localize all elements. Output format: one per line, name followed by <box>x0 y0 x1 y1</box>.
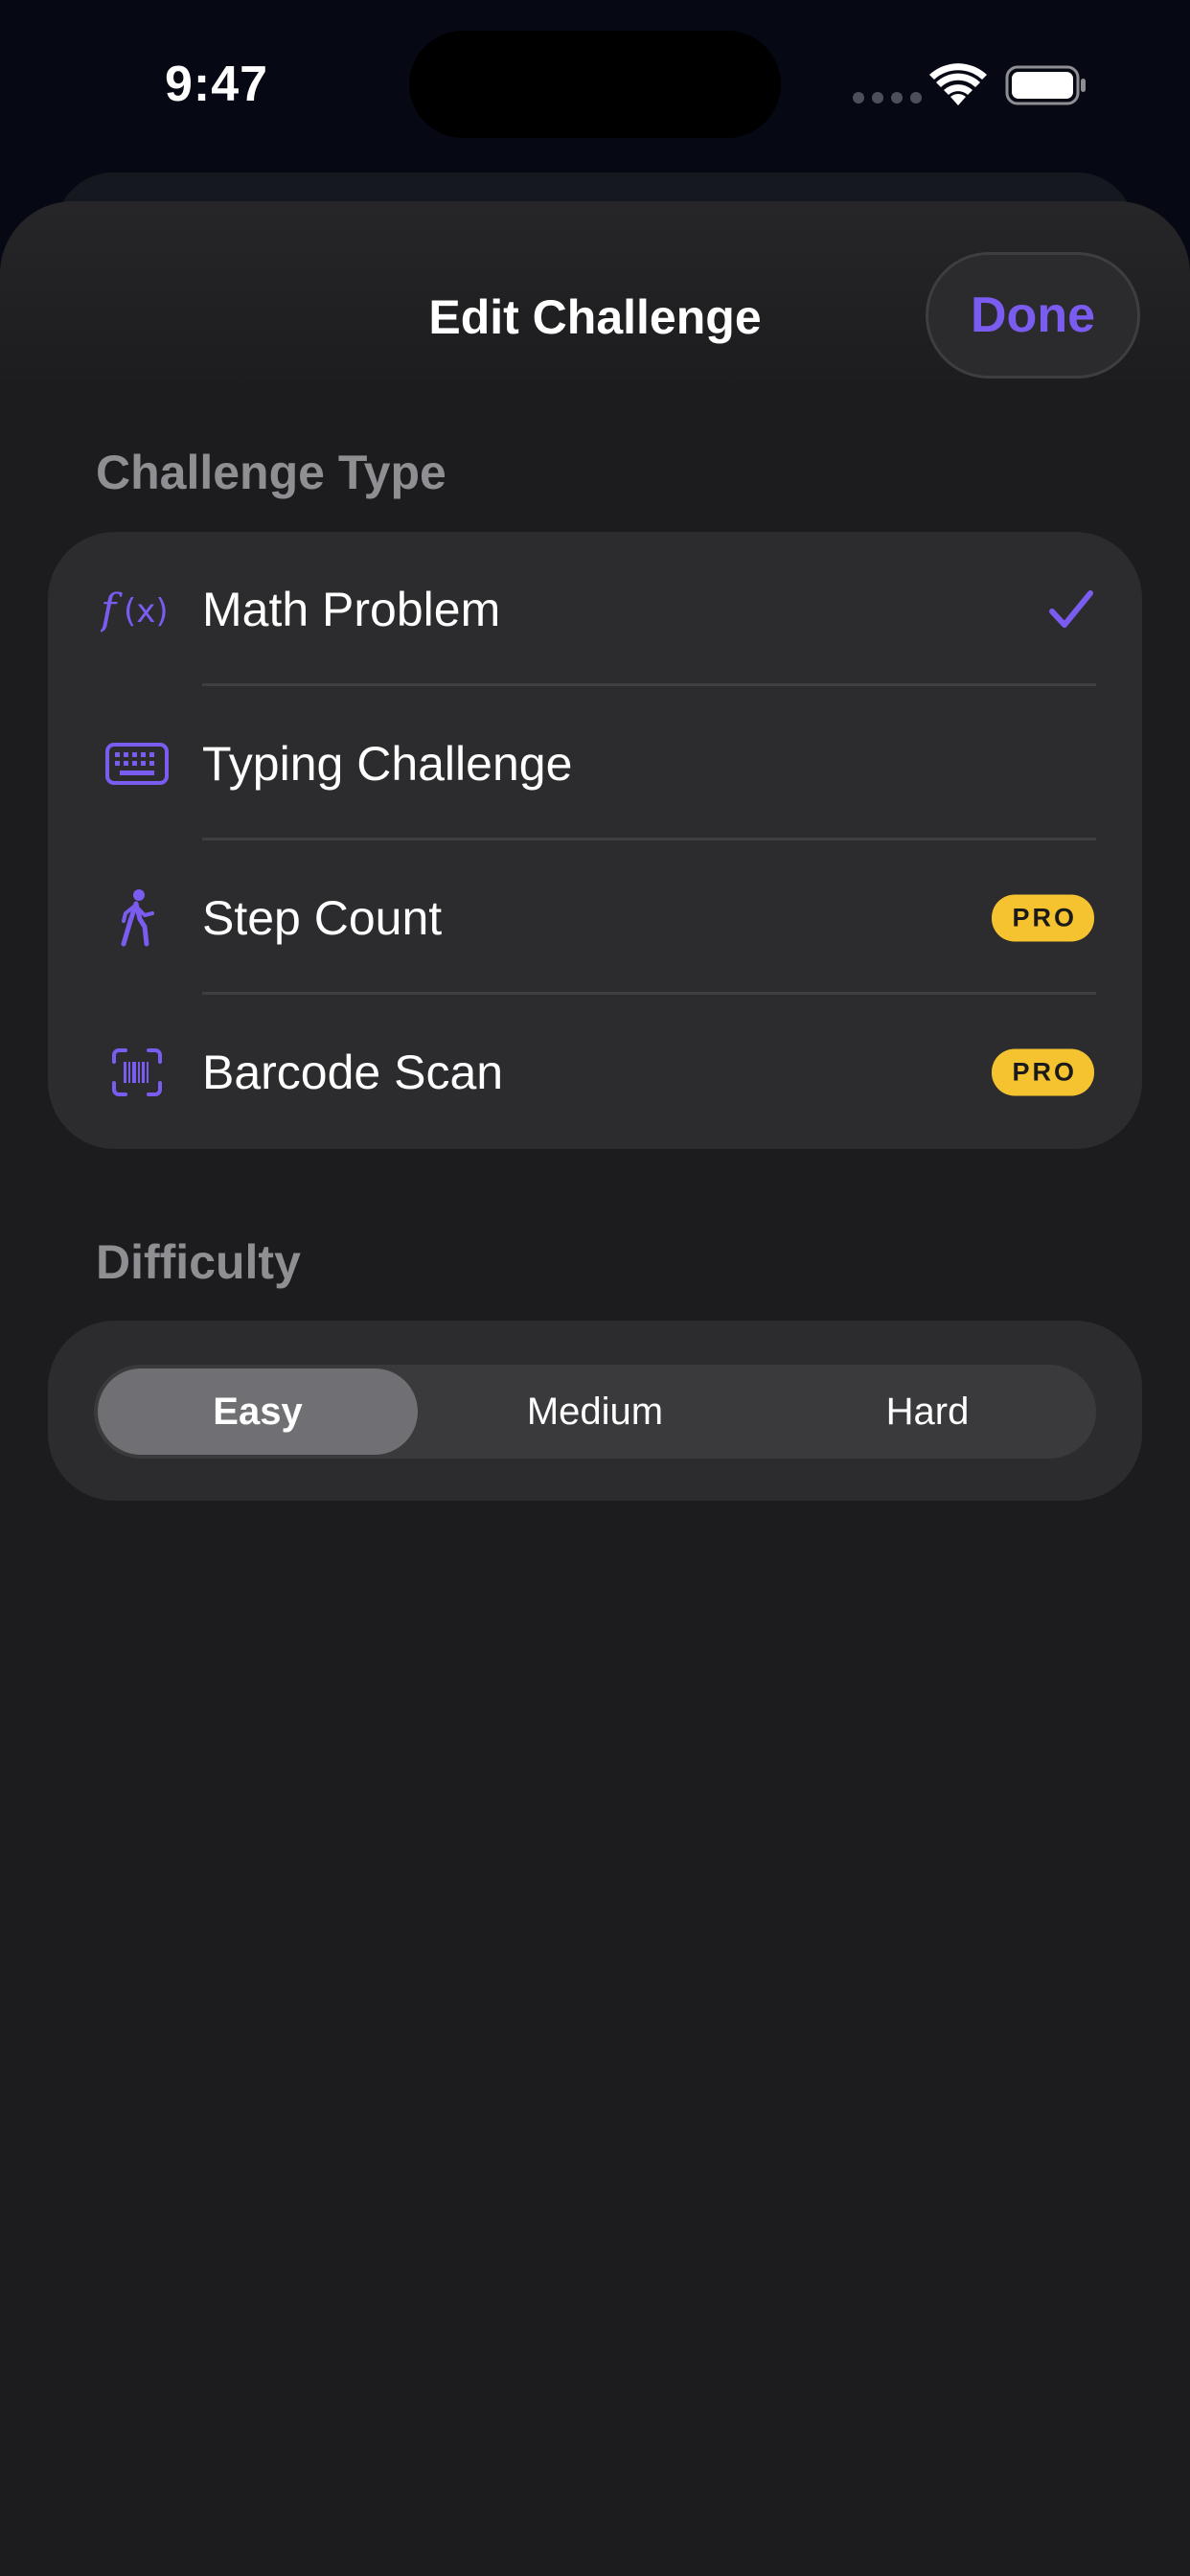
keyboard-icon <box>94 730 180 797</box>
difficulty-segment-medium[interactable]: Medium <box>432 1368 758 1455</box>
walking-figure-icon <box>94 885 180 952</box>
difficulty-segment-easy[interactable]: Easy <box>98 1368 418 1455</box>
challenge-option-label: Math Problem <box>202 582 501 636</box>
challenge-option-label: Typing Challenge <box>202 736 573 791</box>
battery-icon <box>1005 65 1086 105</box>
challenge-option-typing-challenge[interactable]: Typing Challenge <box>48 686 1142 840</box>
difficulty-group: Easy Medium Hard <box>48 1321 1142 1501</box>
status-time: 9:47 <box>165 57 269 112</box>
challenge-option-barcode-scan[interactable]: Barcode Scan PRO <box>48 995 1142 1149</box>
challenge-option-math-problem[interactable]: f (x) Math Problem <box>48 532 1142 686</box>
function-icon: f (x) <box>94 576 180 643</box>
svg-text:(x): (x) <box>124 592 169 631</box>
challenge-option-label: Step Count <box>202 890 443 945</box>
difficulty-segmented-control: Easy Medium Hard <box>94 1365 1096 1459</box>
pro-badge: PRO <box>992 894 1094 941</box>
challenge-type-header: Challenge Type <box>96 446 446 499</box>
pro-badge: PRO <box>992 1048 1094 1095</box>
done-button[interactable]: Done <box>926 252 1140 379</box>
difficulty-header: Difficulty <box>96 1235 301 1289</box>
dynamic-island <box>409 31 781 138</box>
wifi-icon <box>929 63 987 105</box>
challenge-option-label: Barcode Scan <box>202 1045 504 1099</box>
checkmark-icon <box>1049 589 1093 628</box>
challenge-option-step-count[interactable]: Step Count PRO <box>48 840 1142 995</box>
svg-text:f: f <box>101 586 123 633</box>
cellular-signal-icon <box>853 92 922 104</box>
edit-challenge-sheet: Edit Challenge Done Challenge Type f (x)… <box>0 201 1190 2576</box>
difficulty-segment-hard[interactable]: Hard <box>765 1368 1090 1455</box>
barcode-viewfinder-icon <box>94 1039 180 1106</box>
challenge-type-list: f (x) Math Problem Typing Challenge Step… <box>48 532 1142 1149</box>
